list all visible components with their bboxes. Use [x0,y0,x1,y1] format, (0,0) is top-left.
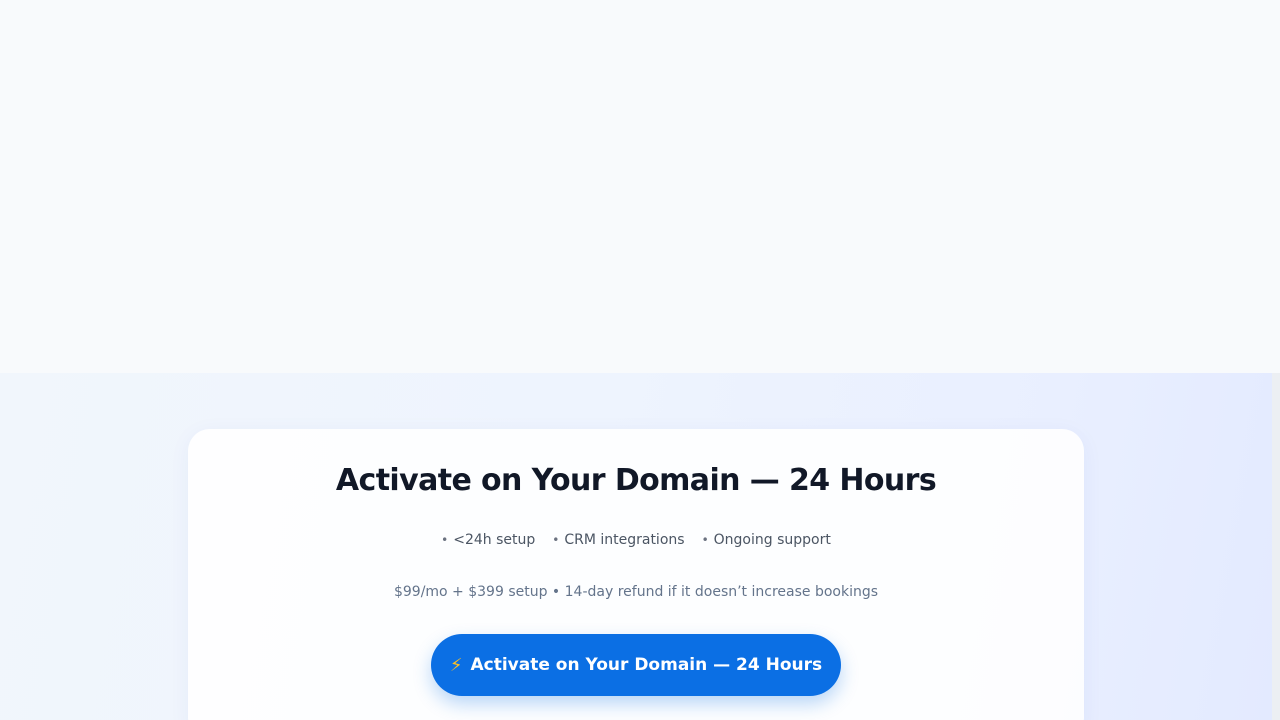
empty-top-area [0,0,1280,373]
feature-item-setup: • <24h setup [441,529,535,551]
bullet-icon: • [441,533,449,547]
lightning-bolt-icon: ⚡ [449,654,463,676]
feature-label: CRM integrations [564,532,685,548]
activate-domain-button[interactable]: ⚡ Activate on Your Domain — 24 Hours [431,634,841,696]
bullet-icon: • [552,533,560,547]
bullet-icon: • [701,533,709,547]
activation-card: Activate on Your Domain — 24 Hours • <24… [188,429,1084,720]
scrollbar-track[interactable] [1272,373,1280,720]
activation-title: Activate on Your Domain — 24 Hours [335,463,937,498]
feature-item-support: • Ongoing support [702,529,831,551]
feature-item-crm: • CRM integrations [552,529,684,551]
feature-list: • <24h setup • CRM integrations • Ongoin… [188,529,1084,551]
activation-cta-section: Activate on Your Domain — 24 Hours • <24… [0,373,1272,720]
feature-label: Ongoing support [713,532,831,548]
feature-label: <24h setup [453,532,536,548]
activate-button-label: Activate on Your Domain — 24 Hours [470,655,823,675]
pricing-text: $99/mo + $399 setup • 14-day refund if i… [393,584,879,600]
